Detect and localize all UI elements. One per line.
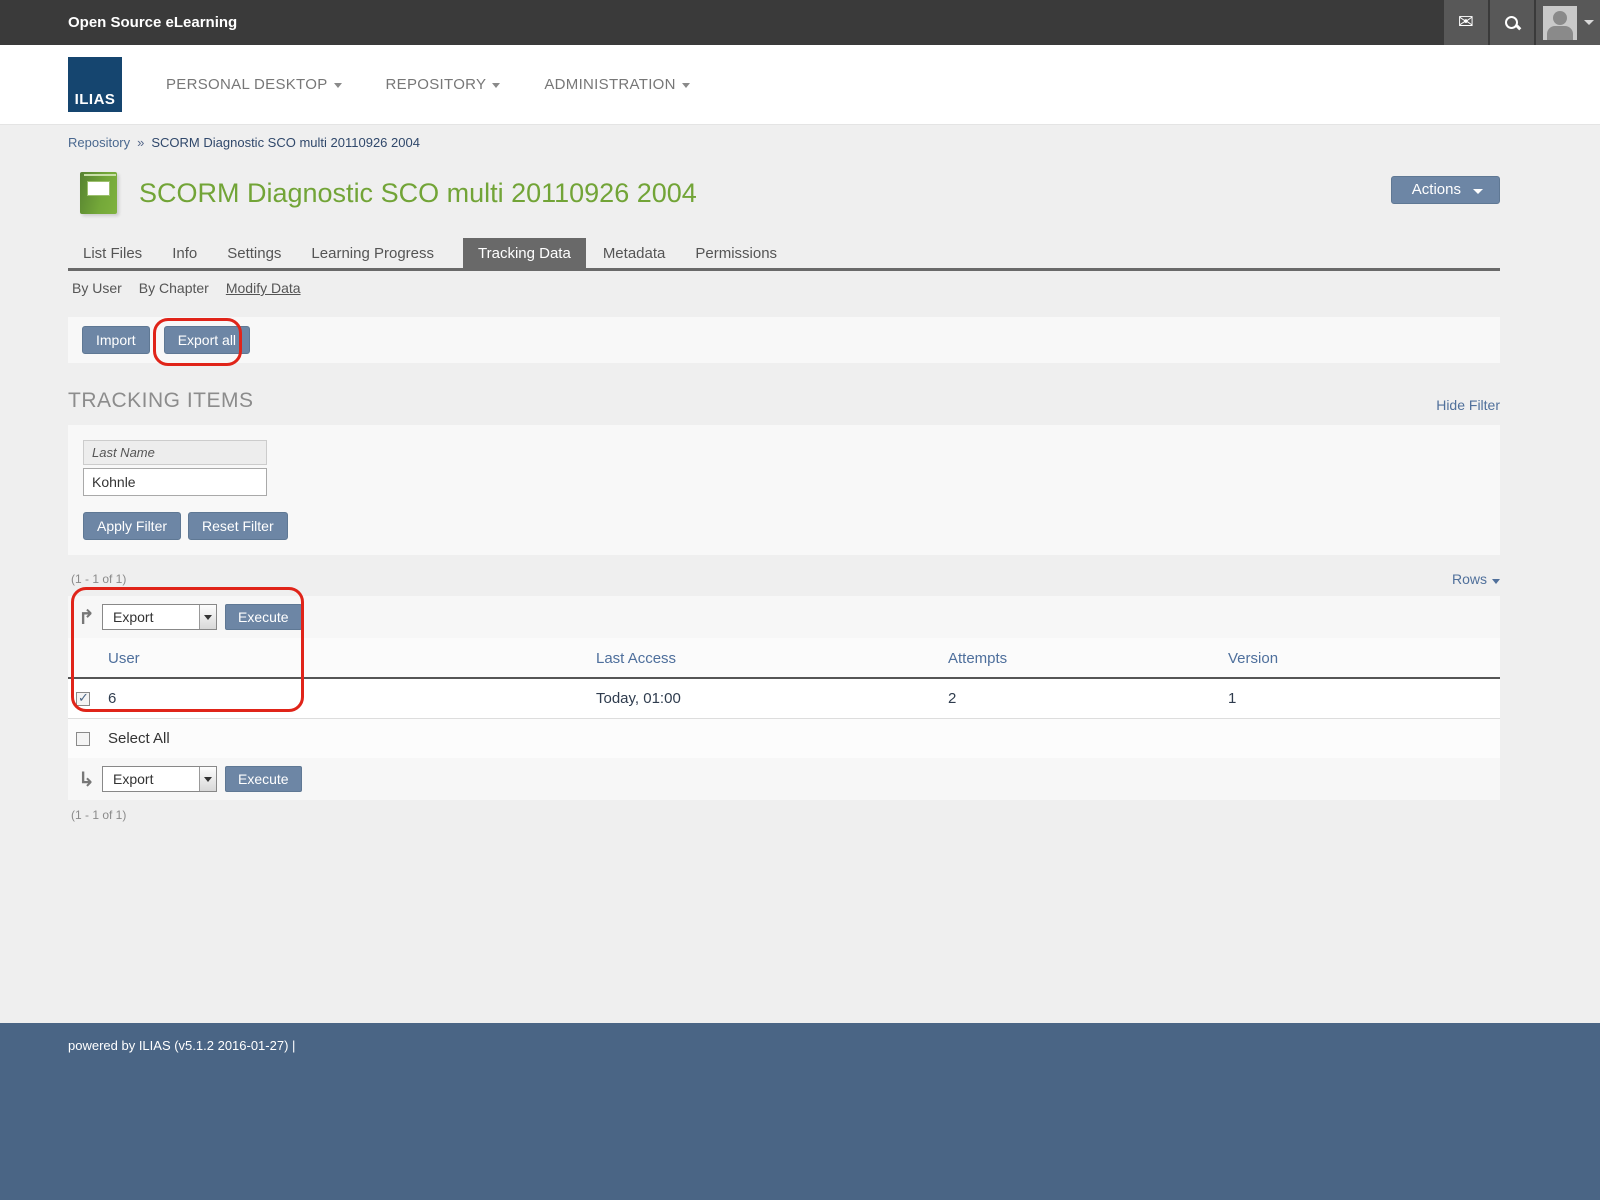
export-all-button[interactable]: Export all [164,326,250,354]
subtab-modify-data[interactable]: Modify Data [226,280,301,296]
tab-metadata[interactable]: Metadata [588,238,681,268]
mail-button[interactable]: ✉ [1444,0,1488,45]
subtab-bar: By User By Chapter Modify Data [68,271,1500,305]
action-select-bottom[interactable]: Export [102,766,217,792]
breadcrumb-repository-link[interactable]: Repository [68,135,130,150]
cell-attempts: 2 [948,690,1228,707]
ilias-logo[interactable]: ILIAS [68,57,122,112]
tab-settings[interactable]: Settings [212,238,296,268]
execute-button-top[interactable]: Execute [225,604,302,630]
column-header-attempts[interactable]: Attempts [948,650,1228,667]
tab-permissions[interactable]: Permissions [680,238,792,268]
section-title: TRACKING ITEMS [68,389,254,413]
tracking-table: ↱ Export Execute User Last Access Attemp… [68,596,1500,800]
tab-learning-progress[interactable]: Learning Progress [296,238,449,268]
mail-icon: ✉ [1458,11,1474,34]
table-command-row-bottom: ↳ Export Execute [68,758,1500,800]
chevron-down-icon [1473,189,1483,194]
table-command-row-top: ↱ Export Execute [68,596,1500,638]
tab-tracking-data[interactable]: Tracking Data [463,238,586,268]
search-button[interactable] [1490,0,1534,45]
arrow-down-right-icon: ↳ [78,767,102,792]
breadcrumb: Repository » SCORM Diagnostic SCO multi 20… [68,125,1500,150]
cell-version: 1 [1228,690,1236,707]
action-select-top[interactable]: Export [102,604,217,630]
tab-list-files[interactable]: List Files [68,238,157,268]
top-bar: Open Source eLearning ✉ [0,0,1600,45]
last-name-filter-label: Last Name [83,440,267,465]
breadcrumb-separator: » [137,135,144,150]
actions-button[interactable]: Actions [1391,176,1500,204]
table-header-row: User Last Access Attempts Version [68,638,1500,679]
hide-filter-link[interactable]: Hide Filter [1436,397,1500,413]
main-nav: PERSONAL DESKTOP REPOSITORY ADMINISTRATI… [154,66,722,103]
filter-panel: Last Name Apply Filter Reset Filter [68,425,1500,555]
user-menu-button[interactable] [1536,0,1600,45]
chevron-down-icon [1492,579,1500,584]
subtab-by-user[interactable]: By User [72,280,122,296]
table-meta-row: (1 - 1 of 1) Rows [68,571,1500,587]
chevron-down-icon [1584,20,1594,25]
select-caret-icon [199,605,216,629]
scorm-module-icon [80,172,117,214]
tab-bar: List Files Info Settings Learning Progre… [68,238,1500,271]
site-title: Open Source eLearning [68,14,237,31]
select-all-checkbox[interactable] [76,732,90,746]
subtab-by-chapter[interactable]: By Chapter [139,280,209,296]
tab-info[interactable]: Info [157,238,212,268]
column-header-last-access[interactable]: Last Access [596,650,948,667]
footer: powered by ILIAS (v5.1.2 2016-01-27) | [0,1023,1600,1200]
result-range-bottom: (1 - 1 of 1) [68,808,1500,822]
chevron-down-icon [682,83,690,88]
chevron-down-icon [334,83,342,88]
cell-user: 6 [68,690,596,707]
nav-administration[interactable]: ADMINISTRATION [532,66,701,103]
main-content: Repository » SCORM Diagnostic SCO multi 20… [0,125,1600,1023]
breadcrumb-current[interactable]: SCORM Diagnostic SCO multi 20110926 2004 [151,135,420,150]
page-title: SCORM Diagnostic SCO multi 20110926 2004 [139,178,697,209]
select-caret-icon [199,767,216,791]
chevron-down-icon [492,83,500,88]
toolbar: Import Export all [68,317,1500,363]
import-button[interactable]: Import [82,326,150,354]
execute-button-bottom[interactable]: Execute [225,766,302,792]
last-name-input[interactable] [83,468,267,496]
select-all-row: Select All [68,719,1500,758]
arrow-up-right-icon: ↱ [78,605,102,630]
section-header: TRACKING ITEMS Hide Filter [68,389,1500,413]
avatar [1543,6,1577,40]
page: Open Source eLearning ✉ ILIAS PERSONAL D… [0,0,1600,1200]
table-row: 6 Today, 01:00 2 1 [68,679,1500,719]
search-icon [1505,16,1519,30]
nav-repository[interactable]: REPOSITORY [374,66,513,103]
result-range: (1 - 1 of 1) [68,572,126,586]
topbar-actions: ✉ [1442,0,1600,45]
apply-filter-button[interactable]: Apply Filter [83,512,181,540]
title-row: SCORM Diagnostic SCO multi 20110926 2004… [68,172,1500,214]
footer-text: powered by ILIAS (v5.1.2 2016-01-27) | [68,1038,295,1053]
row-checkbox[interactable] [76,692,90,706]
column-header-user[interactable]: User [68,650,596,667]
nav-personal-desktop[interactable]: PERSONAL DESKTOP [154,66,354,103]
cell-last-access: Today, 01:00 [596,690,948,707]
column-header-version[interactable]: Version [1228,650,1278,667]
reset-filter-button[interactable]: Reset Filter [188,512,288,540]
rows-dropdown[interactable]: Rows [1452,571,1500,587]
main-header: ILIAS PERSONAL DESKTOP REPOSITORY ADMINI… [0,45,1600,125]
